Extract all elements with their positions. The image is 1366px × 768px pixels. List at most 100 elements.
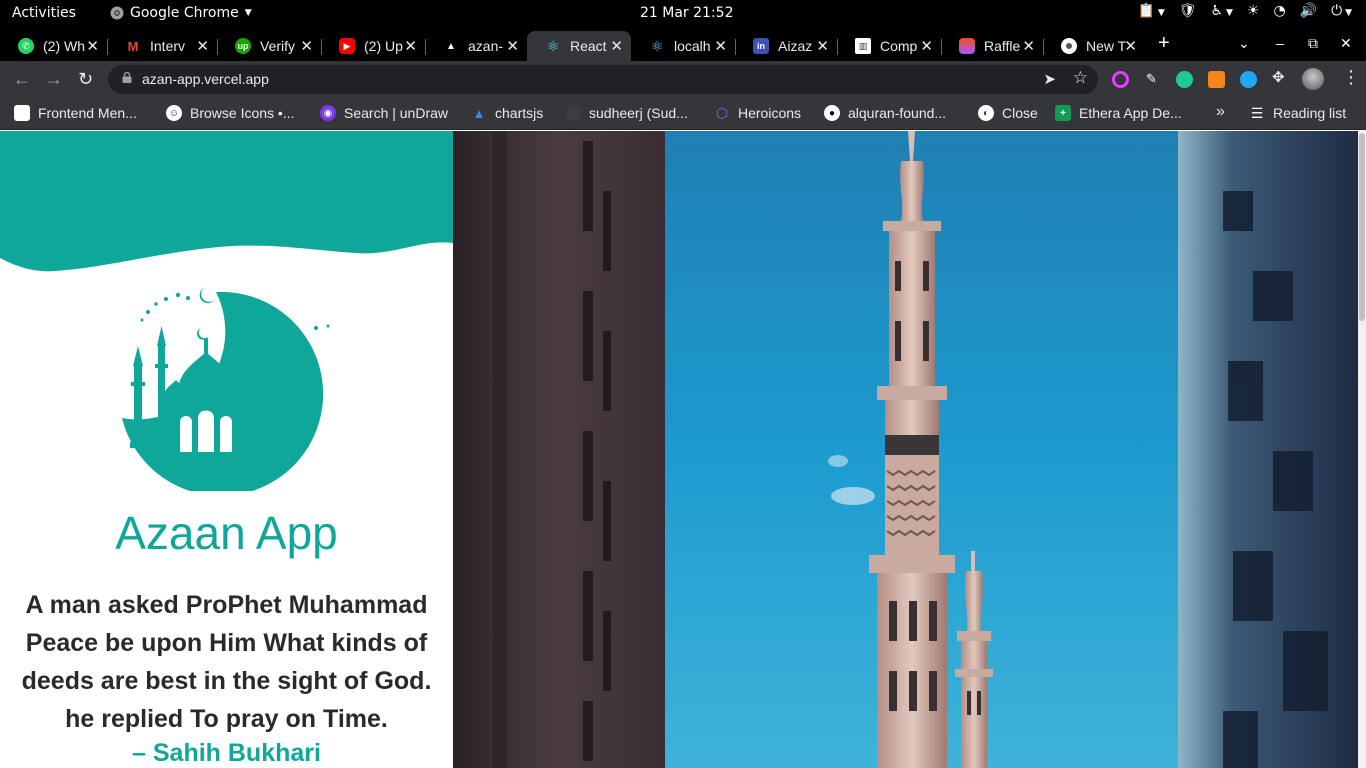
scrollbar-thumb[interactable] — [1359, 133, 1365, 321]
clock[interactable]: 21 Mar 21:52 — [640, 5, 733, 21]
youtube-icon: ▶ — [339, 38, 355, 54]
clipboard-icon[interactable]: 📋 ▼ — [1138, 3, 1165, 19]
power-icon[interactable]: ⏻ ▼ — [1331, 3, 1352, 19]
puzzle-icon[interactable]: ✥ — [1272, 68, 1289, 86]
tab-title: Verify — [260, 38, 296, 54]
bookmark-undraw[interactable]: ◉ Search | unDraw — [320, 105, 448, 121]
bookmarks-bar: Frontend Men... ☺ Browse Icons •... ◉ Se… — [0, 98, 1366, 130]
tab-vercel[interactable]: ▲ azan- ✕ — [425, 31, 527, 61]
close-icon[interactable]: ✕ — [86, 37, 99, 55]
minimize-icon[interactable]: – — [1276, 35, 1284, 51]
heroicons-icon: ⬡ — [715, 104, 729, 121]
address-bar[interactable]: azan-app.vercel.app ➤ ☆ — [108, 65, 1098, 94]
tab-whatsapp[interactable]: ✆ (2) Wh ✕ — [0, 31, 108, 61]
close-icon[interactable]: ✕ — [196, 37, 209, 55]
system-top-bar: Activities Google Chrome ▼ 21 Mar 21:52 … — [0, 0, 1366, 27]
close-icon[interactable]: ✕ — [714, 37, 727, 55]
app-menu[interactable]: Google Chrome ▼ — [110, 5, 252, 21]
frontend-mentor-icon — [14, 105, 30, 121]
page-viewport: Azaan App A man asked ProPhet Muhammad P… — [0, 131, 1366, 768]
tab-localhost[interactable]: ⚛ localh ✕ — [631, 31, 736, 61]
react-icon: ⚛ — [546, 37, 560, 54]
tab-linkedin[interactable]: in Aizaz ✕ — [735, 31, 838, 61]
tab-title: New T — [1086, 38, 1127, 54]
system-tray[interactable]: 📋 ▼ 🛡 ♿ ▼ ☀ ◔ 🔊 ⏻ ▼ — [1138, 3, 1352, 19]
trello-icon: ▥ — [855, 38, 871, 54]
tab-search-icon[interactable]: ⌄ — [1238, 35, 1250, 52]
chrome-icon — [110, 6, 124, 20]
reload-icon[interactable]: ↻ — [78, 69, 93, 90]
hadith-source: – Sahih Bukhari — [132, 739, 321, 767]
close-icon[interactable]: ✕ — [816, 37, 829, 55]
color-picker-extension-icon[interactable] — [1112, 71, 1129, 88]
bookmark-star-icon[interactable]: ☆ — [1073, 68, 1088, 88]
github-icon — [565, 105, 581, 121]
close-icon[interactable]: ✕ — [404, 37, 417, 55]
tab-new-tab[interactable]: New T ✕ — [1043, 31, 1145, 61]
linkedin-icon: in — [753, 38, 769, 54]
tab-figma[interactable]: Raffle ✕ — [941, 31, 1044, 61]
bookmark-alquran[interactable]: ● alquran-found... — [824, 105, 946, 121]
tab-youtube[interactable]: ▶ (2) Up ✕ — [321, 31, 426, 61]
bookmark-label: Ethera App De... — [1079, 105, 1182, 121]
close-icon[interactable]: ✕ — [506, 37, 519, 55]
back-icon[interactable]: ← — [13, 69, 31, 90]
restore-icon[interactable]: ⧉ — [1308, 35, 1318, 52]
whatsapp-icon: ✆ — [18, 38, 34, 54]
url-text[interactable]: azan-app.vercel.app — [142, 71, 269, 87]
shield-icon[interactable]: 🛡 — [1179, 3, 1197, 19]
wave-header — [0, 131, 453, 272]
gmail-icon: M — [127, 38, 139, 54]
extension-icon[interactable] — [1240, 71, 1257, 88]
send-to-device-icon[interactable]: ➤ — [1043, 70, 1056, 88]
close-icon[interactable]: ✕ — [610, 37, 623, 55]
mosque-crescent-logo — [122, 288, 330, 491]
chartjs-icon: ▲ — [472, 105, 486, 121]
bookmark-browse-icons[interactable]: ☺ Browse Icons •... — [166, 105, 295, 121]
bookmark-frontend-mentor[interactable]: Frontend Men... — [14, 105, 137, 121]
tab-upwork[interactable]: up Verify ✕ — [217, 31, 322, 61]
bookmark-ethera[interactable]: + Ethera App De... — [1055, 105, 1182, 121]
hadith-quote: A man asked ProPhet Muhammad Peace be up… — [21, 591, 432, 733]
page-scrollbar[interactable] — [1358, 131, 1366, 768]
bookmark-label: Browse Icons •... — [190, 105, 295, 121]
avatar[interactable] — [1302, 68, 1324, 90]
undraw-icon: ◉ — [320, 105, 336, 121]
grammarly-extension-icon[interactable] — [1176, 71, 1193, 88]
bookmark-chartsjs[interactable]: ▲ chartsjs — [471, 105, 544, 121]
bookmark-label: sudheerj (Sud... — [589, 105, 688, 121]
more-bookmarks-icon[interactable]: » — [1216, 103, 1225, 121]
pen-extension-icon[interactable]: ✎ — [1146, 71, 1163, 88]
tab-title: Comp — [880, 38, 918, 54]
tab-trello[interactable]: ▥ Comp ✕ — [837, 31, 942, 61]
accessibility-icon[interactable]: ♿ ▼ — [1211, 3, 1233, 19]
reading-list-button[interactable]: ☰ Reading list — [1249, 105, 1346, 122]
app-menu-label: Google Chrome — [130, 5, 239, 21]
metamask-extension-icon[interactable] — [1208, 71, 1225, 88]
close-icon[interactable]: ✕ — [1124, 37, 1137, 55]
tab-gmail[interactable]: M Interv ✕ — [107, 31, 218, 61]
globe-icon: ◐ — [978, 105, 994, 121]
activities-button[interactable]: Activities — [12, 5, 76, 21]
vercel-icon: ▲ — [446, 40, 456, 52]
tab-react-active[interactable]: ⚛ React ✕ — [527, 31, 631, 61]
lock-icon[interactable] — [122, 72, 132, 83]
menu-dots-icon[interactable]: ⋮ — [1342, 67, 1360, 88]
bookmark-close[interactable]: ◐ Close — [978, 105, 1038, 121]
volume-icon[interactable]: 🔊 — [1300, 3, 1317, 19]
new-tab-button[interactable]: + — [1158, 32, 1170, 55]
smiley-icon: ☺ — [166, 105, 182, 121]
close-icon[interactable]: ✕ — [1022, 37, 1035, 55]
brightness-icon[interactable]: ☀ — [1247, 3, 1260, 19]
bookmark-label: Frontend Men... — [38, 105, 137, 121]
wifi-icon[interactable]: ◔ — [1273, 3, 1285, 19]
react-icon: ⚛ — [650, 37, 664, 54]
close-window-icon[interactable]: ✕ — [1340, 35, 1352, 52]
figma-icon — [959, 38, 975, 54]
close-icon[interactable]: ✕ — [920, 37, 933, 55]
app-title: Azaan App — [115, 507, 338, 559]
close-icon[interactable]: ✕ — [300, 37, 313, 55]
forward-icon[interactable]: → — [45, 69, 63, 90]
bookmark-heroicons[interactable]: ⬡ Heroicons — [714, 104, 801, 122]
bookmark-sudheerj[interactable]: sudheerj (Sud... — [565, 105, 688, 121]
